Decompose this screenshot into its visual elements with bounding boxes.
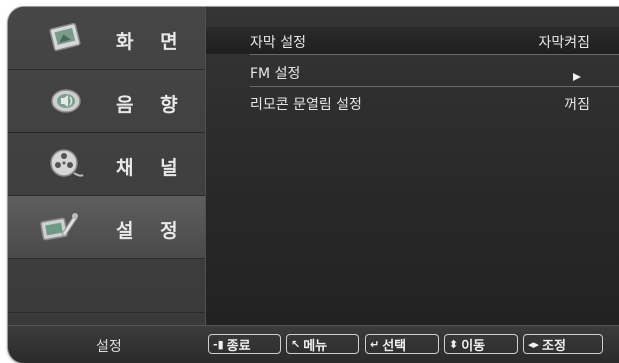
setting-value: 꺼짐	[564, 97, 590, 113]
sidebar-item-settings[interactable]: 설 정	[8, 196, 205, 259]
speaker-icon	[48, 84, 84, 118]
arrow-right-icon	[572, 67, 582, 81]
sidebar: 화 면 음 향 채 널 설 정	[8, 7, 205, 325]
picture-icon	[48, 21, 84, 55]
sidebar-item-label: 음 향	[116, 94, 188, 116]
settings-panel: 자막 설정 자막켜짐 FM 설정 리모콘 문열림 설정 꺼짐	[205, 7, 619, 325]
current-section-label: 설정	[96, 339, 122, 355]
sidebar-item-label: 설 정	[116, 220, 188, 242]
hint-label: 이동	[461, 338, 486, 354]
hint-label: 선택	[382, 338, 407, 354]
settings-wrench-icon	[36, 210, 80, 244]
hint-move: ⬍ 이동	[444, 334, 518, 354]
hint-label: 조정	[542, 338, 566, 354]
setting-row-fm[interactable]: FM 설정	[206, 58, 619, 85]
hint-adjust: ◂▸ 조정	[523, 334, 603, 354]
sidebar-empty-slot	[8, 259, 205, 313]
sidebar-item-sound[interactable]: 음 향	[8, 70, 205, 133]
setting-label: FM 설정	[250, 66, 301, 82]
bottom-bar: 설정 -▮ 종료 ↖ 메뉴 ↵ 선택 ⬍ 이동 ◂▸ 조정	[8, 325, 619, 363]
hint-select: ↵ 선택	[365, 334, 439, 354]
divider	[250, 86, 619, 87]
hint-exit: -▮ 종료	[208, 334, 281, 354]
up-down-icon: ⬍	[449, 337, 459, 351]
setting-label: 리모콘 문열림 설정	[250, 97, 362, 113]
setting-row-subtitle[interactable]: 자막 설정 자막켜짐	[206, 27, 619, 54]
setting-value: 자막켜짐	[538, 35, 590, 51]
exit-icon: -▮	[213, 337, 224, 351]
back-arrow-icon: ↖	[291, 337, 301, 351]
film-reel-icon	[48, 147, 84, 181]
sidebar-item-label: 화 면	[116, 31, 188, 53]
sidebar-item-picture[interactable]: 화 면	[8, 7, 205, 70]
hint-menu: ↖ 메뉴	[286, 334, 359, 354]
sidebar-item-channel[interactable]: 채 널	[8, 133, 205, 196]
setting-label: 자막 설정	[250, 35, 306, 51]
tv-settings-menu: 화 면 음 향 채 널 설 정 자막 설정 자막켜짐 FM 설정 리모콘 문열림…	[8, 7, 619, 363]
setting-row-remote-door[interactable]: 리모콘 문열림 설정 꺼짐	[206, 89, 619, 116]
divider	[250, 54, 619, 55]
sidebar-item-label: 채 널	[116, 157, 188, 179]
hint-label: 종료	[226, 338, 251, 354]
left-right-icon: ◂▸	[528, 337, 540, 351]
hint-label: 메뉴	[303, 338, 328, 354]
enter-icon: ↵	[370, 337, 380, 351]
